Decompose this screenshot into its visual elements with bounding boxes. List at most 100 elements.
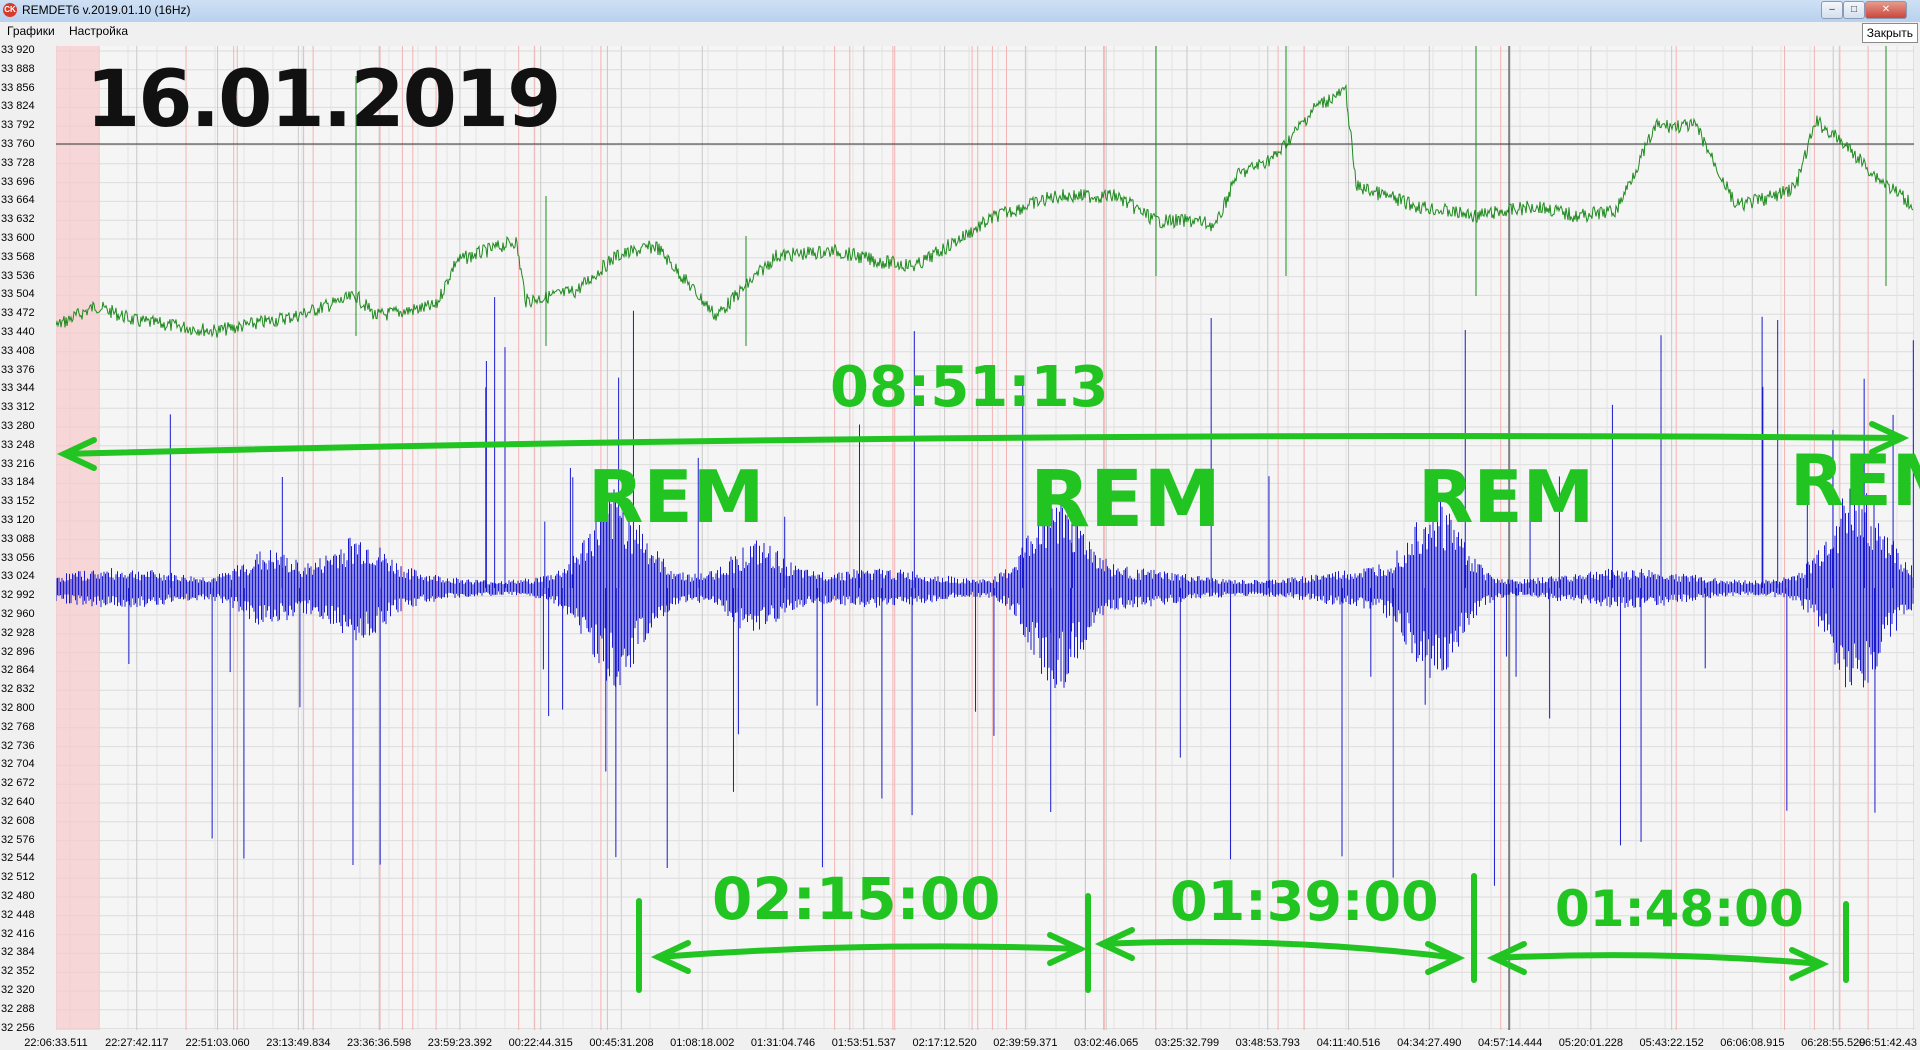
- x-tick-label: 03:48:53.793: [1235, 1037, 1300, 1049]
- y-tick-label: 32 864: [1, 664, 35, 677]
- cycle-arrow-1: [655, 943, 1083, 960]
- y-tick-label: 32 736: [1, 739, 35, 752]
- x-tick-label: 03:02:46.065: [1074, 1037, 1139, 1049]
- x-tick-label: 03:25:32.799: [1154, 1037, 1220, 1049]
- y-tick-label: 33 760: [1, 138, 35, 150]
- x-tick-label: 22:51:03.060: [185, 1037, 250, 1049]
- x-tick-label: 04:57:14.444: [1477, 1037, 1543, 1049]
- x-tick-label: 01:08:18.002: [670, 1037, 735, 1049]
- y-tick-label: 33 056: [1, 551, 35, 564]
- y-tick-label: 33 536: [1, 269, 35, 282]
- y-tick-label: 32 576: [1, 833, 35, 846]
- y-tick-label: 32 448: [1, 908, 35, 921]
- app-icon: CK: [3, 3, 17, 17]
- cycle-arrow-3: [1491, 952, 1825, 967]
- y-tick-label: 32 256: [1, 1021, 35, 1034]
- y-tick-label: 33 504: [1, 288, 35, 301]
- total-duration-annotation: 08:51:13: [830, 355, 1109, 420]
- y-tick-label: 33 120: [1, 514, 35, 526]
- y-tick-label: 33 696: [1, 175, 35, 188]
- y-tick-label: 33 248: [1, 438, 35, 451]
- maximize-button[interactable]: □: [1843, 1, 1865, 19]
- y-tick-label: 32 352: [1, 965, 35, 978]
- x-tick-label: 01:31:04.746: [750, 1037, 816, 1049]
- y-tick-label: 33 312: [1, 401, 35, 414]
- y-tick-label: 32 384: [1, 946, 35, 959]
- total-duration-arrow: [61, 433, 1905, 457]
- y-tick-label: 32 896: [1, 645, 35, 658]
- y-tick-label: 33 728: [1, 156, 35, 169]
- x-tick-label: 22:06:33.511: [24, 1037, 88, 1049]
- x-tick-label: 02:39:59.371: [993, 1037, 1058, 1049]
- close-button[interactable]: Закрыть: [1861, 23, 1918, 43]
- y-tick-label: 33 472: [1, 307, 35, 320]
- fast-signal-trace: [56, 487, 1914, 688]
- title-bar: CK REMDET6 v.2019.01.10 (16Hz) – □ ✕: [0, 0, 1920, 23]
- y-tick-label: 33 568: [1, 250, 35, 263]
- y-tick-label: 33 184: [1, 476, 35, 489]
- x-tick-label: 23:36:36.598: [347, 1037, 412, 1049]
- x-tick-label: 01:53:51.537: [831, 1037, 896, 1049]
- y-tick-label: 33 440: [1, 326, 35, 338]
- date-annotation: 16.01.2019: [86, 55, 561, 145]
- x-tick-label: 04:11:40.516: [1316, 1037, 1381, 1049]
- cycle-annotation-2: 01:39:00: [1170, 870, 1439, 933]
- minimize-button[interactable]: –: [1821, 1, 1843, 19]
- y-tick-label: 33 152: [1, 495, 35, 508]
- y-tick-label: 32 512: [1, 871, 35, 884]
- window-title: REMDET6 v.2019.01.10 (16Hz): [22, 3, 191, 17]
- rem-annotation-3: REM: [1418, 455, 1595, 539]
- x-tick-label: 23:59:23.392: [427, 1037, 493, 1049]
- y-tick-label: 32 992: [1, 589, 35, 602]
- y-tick-label: 33 632: [1, 213, 35, 226]
- y-tick-label: 32 800: [1, 702, 35, 714]
- x-tick-label: 00:45:31.208: [589, 1037, 654, 1049]
- y-tick-label: 32 288: [1, 1002, 35, 1015]
- y-tick-label: 33 376: [1, 363, 35, 376]
- y-tick-label: 32 480: [1, 890, 35, 902]
- x-tick-label: 06:28:55.529: [1801, 1037, 1866, 1049]
- rem-annotation-2: REM: [1030, 455, 1221, 545]
- y-tick-label: 33 216: [1, 457, 35, 470]
- menu-graphs[interactable]: Графики: [7, 24, 55, 38]
- y-tick-label: 33 408: [1, 344, 35, 357]
- y-tick-label: 33 856: [1, 81, 35, 94]
- x-tick-label: 05:20:01.228: [1558, 1037, 1623, 1049]
- menu-settings[interactable]: Настройка: [69, 24, 128, 38]
- y-tick-label: 33 024: [1, 570, 35, 583]
- start-highlight-band: [56, 46, 100, 1030]
- y-tick-label: 32 704: [1, 758, 35, 771]
- x-tick-label: 22:27:42.117: [105, 1037, 169, 1049]
- y-tick-label: 32 416: [1, 927, 35, 940]
- x-tick-label: 00:22:44.315: [508, 1037, 573, 1049]
- y-tick-label: 33 344: [1, 382, 35, 395]
- y-tick-label: 32 672: [1, 777, 35, 790]
- y-tick-label: 33 824: [1, 100, 35, 113]
- y-tick-label: 32 960: [1, 608, 35, 620]
- y-tick-label: 32 608: [1, 814, 35, 827]
- y-tick-label: 33 088: [1, 532, 35, 545]
- cycle-annotation-1: 02:15:00: [712, 865, 1001, 933]
- x-tick-label: 23:13:49.834: [266, 1037, 331, 1049]
- y-tick-label: 33 920: [1, 44, 35, 56]
- menu-bar: Графики Настройка: [0, 22, 1920, 41]
- cycle-annotation-3: 01:48:00: [1555, 880, 1804, 938]
- rem-annotation-1: REM: [588, 455, 765, 539]
- window-close-button[interactable]: ✕: [1865, 1, 1907, 19]
- y-tick-label: 33 280: [1, 420, 35, 432]
- x-tick-label: 02:17:12.520: [912, 1037, 977, 1049]
- y-tick-label: 32 640: [1, 796, 35, 808]
- x-tick-label: 06:06:08.915: [1720, 1037, 1785, 1049]
- y-tick-label: 32 768: [1, 720, 35, 733]
- x-tick-label: 05:43:22.152: [1639, 1037, 1704, 1049]
- y-tick-label: 33 600: [1, 232, 35, 244]
- y-tick-label: 33 888: [1, 62, 35, 75]
- x-tick-label: 04:34:27.490: [1397, 1037, 1462, 1049]
- y-tick-label: 32 544: [1, 852, 35, 865]
- y-tick-label: 33 664: [1, 194, 35, 207]
- y-tick-label: 33 792: [1, 119, 35, 132]
- x-tick-label: 06:51:42.43: [1858, 1037, 1918, 1049]
- y-tick-label: 32 320: [1, 984, 35, 996]
- y-tick-label: 32 928: [1, 626, 35, 639]
- y-tick-label: 32 832: [1, 683, 35, 696]
